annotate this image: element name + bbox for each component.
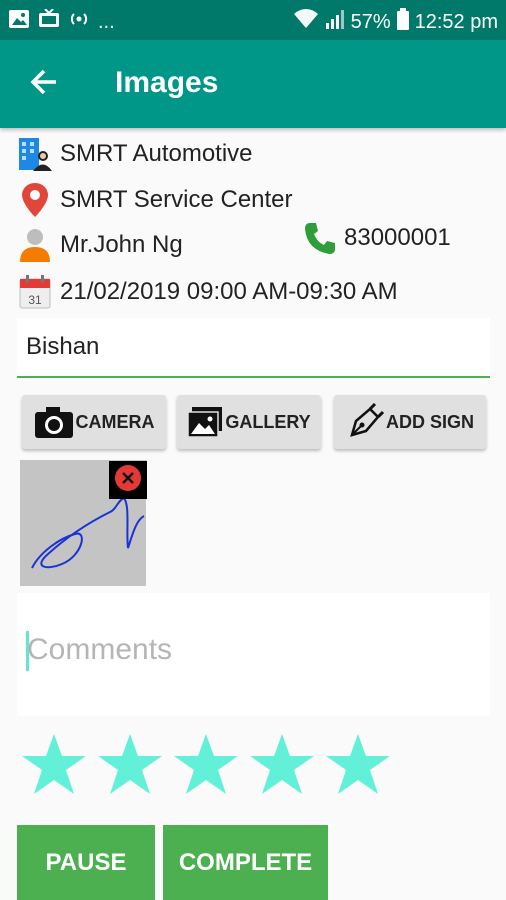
battery-percent: 57% — [350, 10, 391, 33]
appointment-time: 21/02/2019 09:00 AM-09:30 AM — [60, 278, 398, 305]
star-icon[interactable] — [172, 730, 240, 798]
arrow-left-icon — [30, 69, 58, 100]
add-sign-label: ADD SIGN — [385, 411, 474, 432]
clock: 12:52 pm — [414, 10, 498, 33]
contact-name: Mr.John Ng — [60, 231, 183, 258]
pause-label: PAUSE — [45, 848, 127, 876]
complete-button[interactable]: COMPLETE — [163, 825, 328, 900]
more-notifications: ... — [98, 10, 115, 33]
image-notification-icon — [8, 9, 30, 34]
location-field[interactable] — [17, 318, 490, 378]
remove-image-button[interactable] — [109, 461, 147, 499]
phone-icon — [300, 218, 340, 258]
comments-input[interactable] — [27, 633, 477, 693]
contact-row: Mr.John Ng — [18, 227, 183, 263]
star-icon[interactable] — [96, 730, 164, 798]
close-circle-icon — [114, 464, 142, 497]
phone-number: 83000001 — [344, 224, 451, 251]
notification-icons: ... — [8, 8, 115, 34]
gallery-button[interactable]: GALLERY — [177, 395, 321, 449]
location-pin-icon — [18, 182, 52, 218]
star-icon[interactable] — [20, 730, 88, 798]
company-name: SMRT Automotive — [60, 140, 253, 167]
back-button[interactable] — [24, 64, 64, 104]
building-user-icon — [18, 136, 52, 172]
gallery-icon — [187, 406, 223, 438]
rating-stars[interactable] — [20, 730, 392, 798]
wifi-icon — [293, 8, 319, 36]
service-center-name: SMRT Service Center — [60, 186, 293, 213]
location-input[interactable] — [17, 318, 490, 376]
status-bar: ... 57% 12:52 pm — [0, 0, 506, 40]
complete-label: COMPLETE — [178, 848, 313, 876]
app-bar: Images — [0, 40, 506, 128]
star-icon[interactable] — [324, 730, 392, 798]
appointment-row: 31 21/02/2019 09:00 AM-09:30 AM — [18, 274, 398, 310]
company-row: SMRT Automotive — [18, 136, 253, 172]
person-icon — [18, 227, 52, 263]
page-title: Images — [115, 66, 219, 99]
camera-icon — [34, 405, 74, 439]
service-center-row: SMRT Service Center — [18, 182, 293, 218]
calendar-icon: 31 — [18, 274, 52, 310]
battery-icon — [396, 8, 409, 36]
comments-box[interactable] — [17, 593, 490, 716]
pause-button[interactable]: PAUSE — [17, 825, 155, 900]
star-icon[interactable] — [248, 730, 316, 798]
camera-label: CAMERA — [75, 411, 155, 432]
pen-nib-icon — [346, 403, 384, 441]
tv-notification-icon — [38, 8, 60, 34]
signal-icon — [325, 8, 345, 36]
svg-text:31: 31 — [28, 293, 42, 307]
system-status: 57% 12:52 pm — [293, 8, 498, 36]
gallery-label: GALLERY — [225, 411, 311, 432]
hotspot-notification-icon — [68, 9, 90, 34]
add-sign-button[interactable]: ADD SIGN — [334, 395, 486, 449]
camera-button[interactable]: CAMERA — [22, 395, 166, 449]
phone-link[interactable]: 83000001 — [300, 218, 451, 258]
